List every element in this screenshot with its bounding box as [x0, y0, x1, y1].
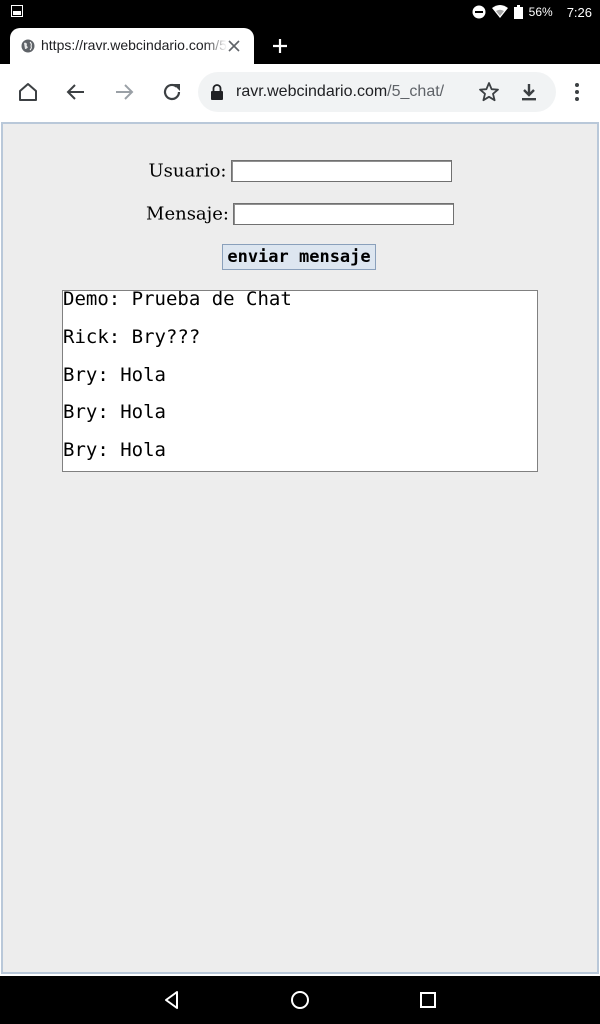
lock-icon	[211, 84, 223, 100]
message-label: Mensaje:	[146, 203, 229, 225]
home-circle-icon[interactable]	[290, 990, 310, 1010]
wifi-icon	[491, 5, 508, 18]
url-host: ravr.webcindario.com	[236, 83, 388, 100]
web-content: Usuario: Mensaje: enviar mensaje Demo: P…	[0, 120, 600, 976]
message-input[interactable]	[232, 203, 454, 225]
back-icon[interactable]	[64, 80, 88, 104]
chat-message: Bry: Hola	[63, 364, 166, 386]
browser-tab[interactable]: https://ravr.webcindario.com/5_chat/	[10, 28, 254, 64]
browser-toolbar: ravr.webcindario.com/5_chat/	[0, 64, 600, 120]
tab-title: https://ravr.webcindario.com/5_chat/	[41, 37, 227, 53]
user-input[interactable]	[230, 160, 452, 182]
message-row: Mensaje:	[3, 203, 597, 225]
forward-icon[interactable]	[112, 80, 136, 104]
image-icon	[11, 5, 23, 17]
close-icon[interactable]	[227, 39, 241, 53]
chat-message: Rick: Bry???	[63, 326, 201, 348]
do-not-disturb-icon	[472, 5, 486, 19]
battery-icon	[513, 5, 523, 19]
recents-square-icon[interactable]	[418, 990, 438, 1010]
url-text[interactable]: ravr.webcindario.com/5_chat/	[236, 83, 444, 101]
tab-strip: https://ravr.webcindario.com/5_chat/	[0, 24, 600, 64]
user-row: Usuario:	[3, 160, 597, 182]
address-bar[interactable]: ravr.webcindario.com/5_chat/	[198, 72, 556, 112]
chat-message: Bry: Hola	[63, 439, 166, 461]
star-icon[interactable]	[477, 80, 501, 104]
clock: 7:26	[566, 4, 592, 20]
chat-message: Bry: Hola	[63, 401, 166, 423]
url-path: /5_chat/	[387, 83, 445, 100]
home-icon[interactable]	[16, 80, 40, 104]
chat-message: Demo: Prueba de Chat	[63, 288, 292, 310]
battery-percent: 56%	[528, 5, 553, 19]
user-label: Usuario:	[148, 160, 227, 182]
page-body: Usuario: Mensaje: enviar mensaje Demo: P…	[1, 122, 599, 974]
new-tab-icon[interactable]	[272, 38, 288, 54]
send-message-button[interactable]: enviar mensaje	[222, 244, 376, 270]
menu-icon[interactable]	[565, 80, 589, 104]
status-indicators: 56% 7:26	[472, 0, 592, 24]
status-bar: 56% 7:26	[0, 0, 600, 24]
globe-icon	[21, 39, 35, 53]
back-triangle-icon[interactable]	[162, 990, 182, 1010]
reload-icon[interactable]	[160, 80, 184, 104]
navigation-bar	[0, 976, 600, 1024]
download-icon[interactable]	[517, 80, 541, 104]
chat-log: Demo: Prueba de Chat Rick: Bry??? Bry: H…	[62, 288, 538, 472]
